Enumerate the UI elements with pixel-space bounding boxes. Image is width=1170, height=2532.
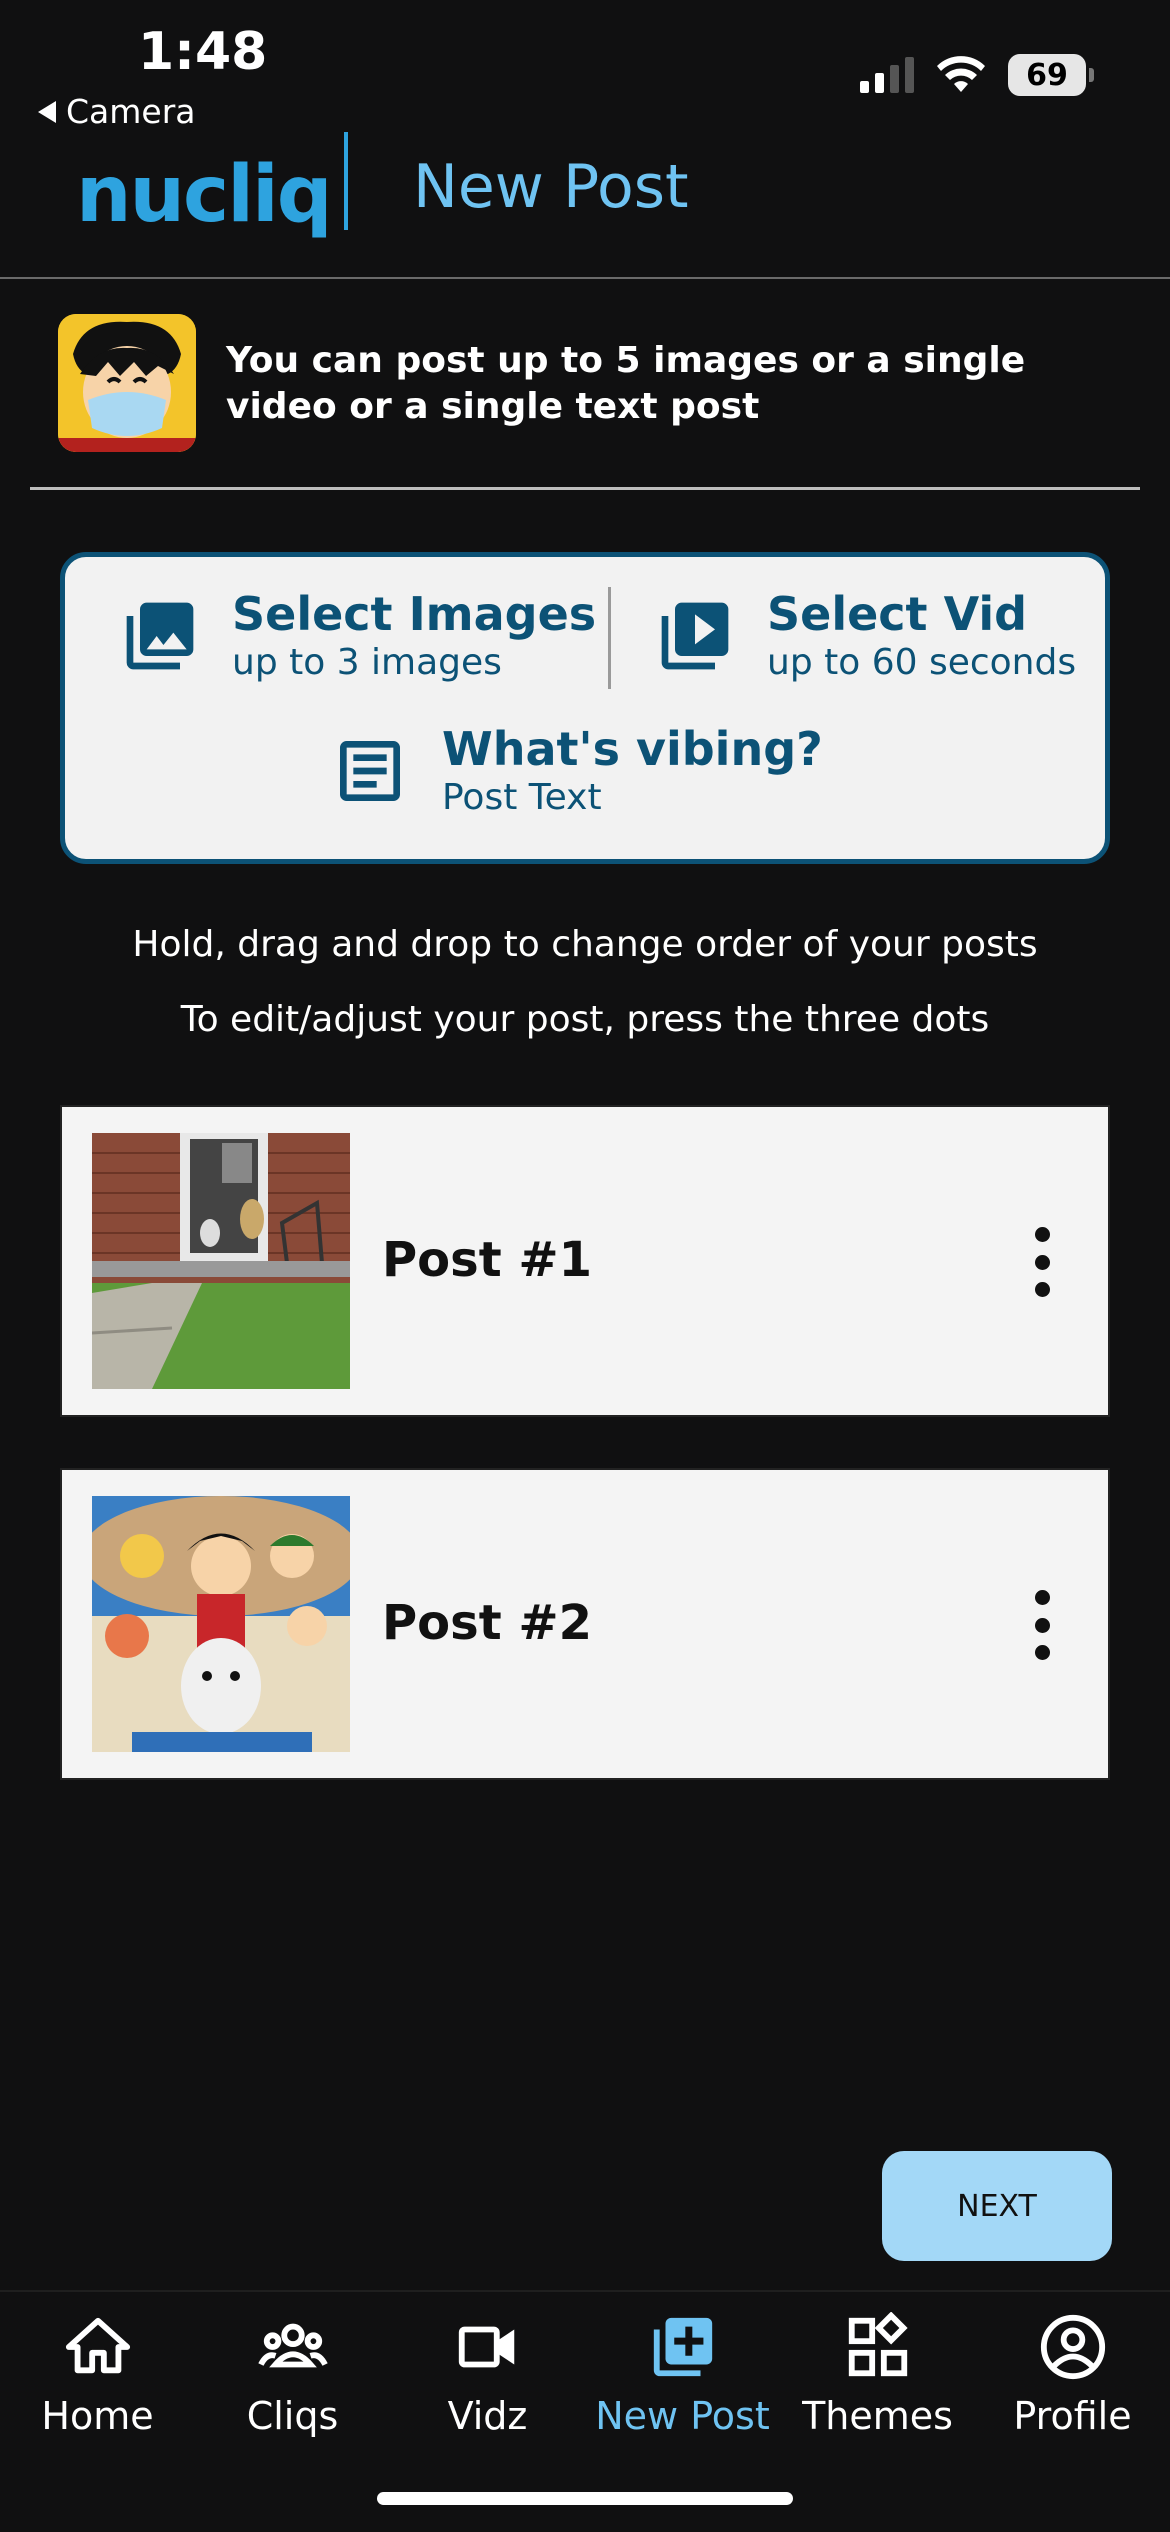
text-post-title: What's vibing? (442, 722, 823, 776)
nav-cliqs[interactable]: Cliqs (195, 2312, 390, 2438)
post-item-1[interactable]: Post #1 (60, 1105, 1110, 1417)
nav-label: Profile (1013, 2394, 1132, 2438)
post-label: Post #1 (382, 1232, 592, 1288)
nav-label: Home (41, 2394, 154, 2438)
more-options-icon[interactable] (1032, 1590, 1052, 1660)
select-images-title: Select Images (232, 587, 597, 641)
options-divider (608, 587, 611, 689)
text-post-button[interactable]: What's vibing? Post Text (330, 722, 823, 820)
nav-label: Vidz (447, 2394, 528, 2438)
post-thumbnail (92, 1496, 350, 1752)
header-separator (0, 277, 1170, 279)
home-icon (65, 2317, 130, 2374)
back-arrow-icon (38, 100, 56, 123)
post-label: Post #2 (382, 1595, 592, 1651)
app-logo: nucliq (76, 150, 333, 240)
back-label: Camera (66, 92, 196, 131)
post-limit-info: You can post up to 5 images or a single … (226, 340, 1026, 427)
battery-icon: 69 (1008, 54, 1094, 96)
video-camera-icon (458, 2326, 514, 2368)
status-icons: 69 (860, 54, 1094, 96)
header-divider (344, 132, 348, 230)
post-item-2[interactable]: Post #2 (60, 1468, 1110, 1780)
avatar (58, 314, 196, 452)
more-options-icon[interactable] (1032, 1227, 1052, 1297)
select-images-button[interactable]: Select Images up to 3 images (120, 587, 596, 685)
home-indicator (377, 2492, 793, 2505)
back-to-camera[interactable]: Camera (38, 92, 196, 131)
nav-label: Themes (802, 2394, 953, 2438)
nav-vidz[interactable]: Vidz (390, 2312, 585, 2438)
info-separator (30, 487, 1140, 490)
select-video-title: Select Vid (767, 587, 1028, 641)
page-title: New Post (413, 152, 689, 222)
media-select-card: Select Images up to 3 images Select Vid … (60, 552, 1110, 864)
nav-profile[interactable]: Profile (975, 2312, 1170, 2438)
themes-icon (848, 2312, 908, 2377)
text-post-subtitle: Post Text (442, 777, 602, 818)
cellular-signal-icon (860, 57, 914, 93)
battery-level: 69 (1008, 54, 1086, 96)
wifi-icon (937, 56, 985, 92)
edit-hint: To edit/adjust your post, press the thre… (180, 999, 990, 1040)
nav-home[interactable]: Home (0, 2312, 195, 2438)
nav-themes[interactable]: Themes (780, 2312, 975, 2438)
profile-icon (1040, 2314, 1105, 2380)
select-images-subtitle: up to 3 images (232, 642, 502, 683)
group-icon (257, 2323, 328, 2368)
play-video-icon (661, 602, 729, 670)
select-video-subtitle: up to 60 seconds (767, 642, 1077, 683)
post-thumbnail (92, 1133, 350, 1389)
document-icon (340, 741, 400, 801)
nav-label: Cliqs (246, 2394, 339, 2438)
bottom-nav: Home Cliqs Vidz New Post Themes Profile (0, 2290, 1170, 2490)
nav-new-post[interactable]: New Post (585, 2312, 780, 2438)
next-button[interactable]: NEXT (882, 2151, 1112, 2261)
nav-label: New Post (595, 2394, 770, 2438)
reorder-hint: Hold, drag and drop to change order of y… (132, 924, 1038, 965)
image-icon (126, 602, 194, 670)
status-time: 1:48 (138, 22, 268, 82)
select-video-button[interactable]: Select Vid up to 60 seconds (655, 587, 1076, 685)
add-post-icon (653, 2317, 712, 2377)
